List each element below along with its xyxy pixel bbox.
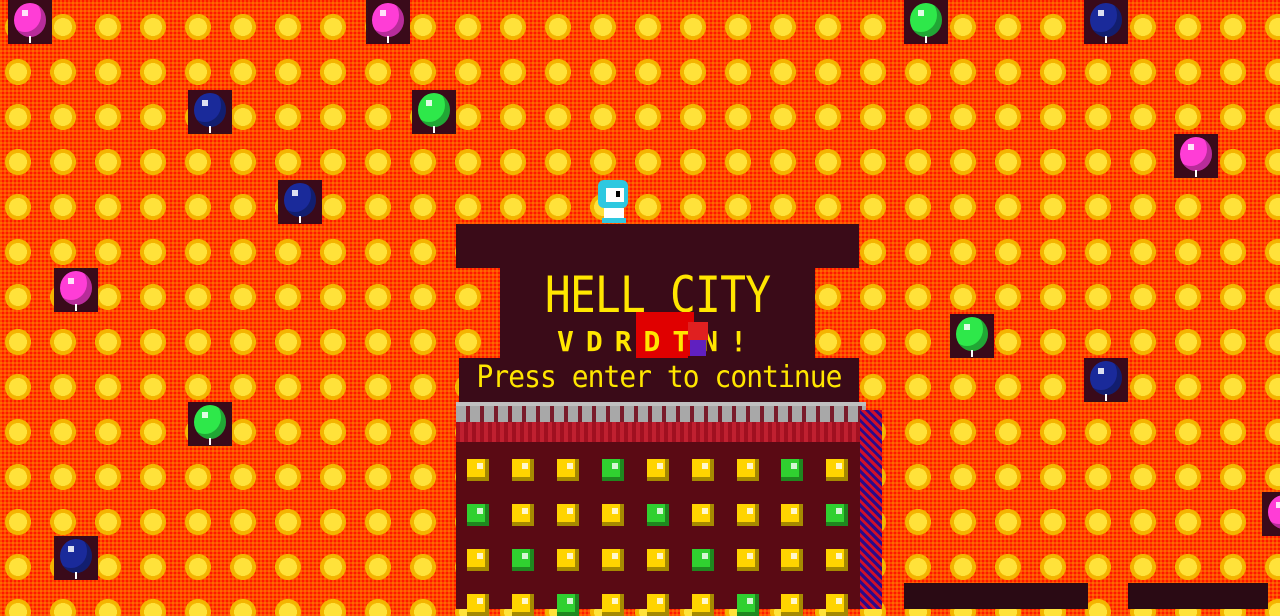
window-lit bbox=[467, 504, 489, 526]
window-lit bbox=[692, 504, 714, 526]
building-side bbox=[860, 410, 882, 609]
window-lit bbox=[647, 594, 669, 616]
tower-roof bbox=[456, 224, 859, 268]
hud-left bbox=[904, 583, 1088, 609]
window-lit bbox=[647, 549, 669, 571]
window-lit bbox=[826, 594, 848, 616]
balloon-green bbox=[904, 0, 948, 44]
window-lit bbox=[512, 594, 534, 616]
window-lit bbox=[737, 504, 759, 526]
balloon-navy bbox=[54, 536, 98, 580]
player-character bbox=[594, 178, 634, 224]
window-lit bbox=[557, 459, 579, 481]
window-lit bbox=[826, 549, 848, 571]
window-lit bbox=[692, 594, 714, 616]
window-lit bbox=[737, 594, 759, 616]
balloon-green bbox=[188, 402, 232, 446]
window-lit bbox=[602, 549, 624, 571]
window-lit bbox=[647, 504, 669, 526]
window-lit bbox=[557, 504, 579, 526]
window-lit bbox=[781, 549, 803, 571]
window-lit bbox=[602, 504, 624, 526]
window-lit bbox=[826, 504, 848, 526]
balloon-navy bbox=[1084, 0, 1128, 44]
imp-sprite bbox=[684, 322, 712, 362]
balloon-navy bbox=[188, 90, 232, 134]
balloon-pink bbox=[366, 0, 410, 44]
window-lit bbox=[826, 459, 848, 481]
balloon-pink bbox=[1262, 492, 1280, 536]
window-lit bbox=[781, 504, 803, 526]
balloon-pink bbox=[1174, 134, 1218, 178]
window-lit bbox=[602, 459, 624, 481]
continue-band: Press enter to continue bbox=[459, 358, 859, 402]
hud-right bbox=[1128, 583, 1268, 609]
window-lit bbox=[781, 594, 803, 616]
window-lit bbox=[737, 549, 759, 571]
window-lit bbox=[512, 504, 534, 526]
game-subtitle: VDRDTN! bbox=[556, 325, 759, 358]
balloon-green bbox=[950, 314, 994, 358]
balloon-green bbox=[412, 90, 456, 134]
window-lit bbox=[737, 459, 759, 481]
window-lit bbox=[557, 594, 579, 616]
balloon-pink bbox=[54, 268, 98, 312]
window-lit bbox=[647, 459, 669, 481]
window-lit bbox=[781, 459, 803, 481]
window-lit bbox=[467, 594, 489, 616]
window-lit bbox=[602, 594, 624, 616]
window-lit bbox=[512, 549, 534, 571]
window-lit bbox=[512, 459, 534, 481]
window-lit bbox=[467, 549, 489, 571]
window-lit bbox=[692, 549, 714, 571]
balloon-pink bbox=[8, 0, 52, 44]
window-lit bbox=[557, 549, 579, 571]
window-lit bbox=[692, 459, 714, 481]
balloon-navy bbox=[1084, 358, 1128, 402]
continue-prompt[interactable]: Press enter to continue bbox=[473, 358, 845, 398]
window-lit bbox=[467, 459, 489, 481]
balloon-navy bbox=[278, 180, 322, 224]
roof-trim bbox=[456, 422, 866, 442]
